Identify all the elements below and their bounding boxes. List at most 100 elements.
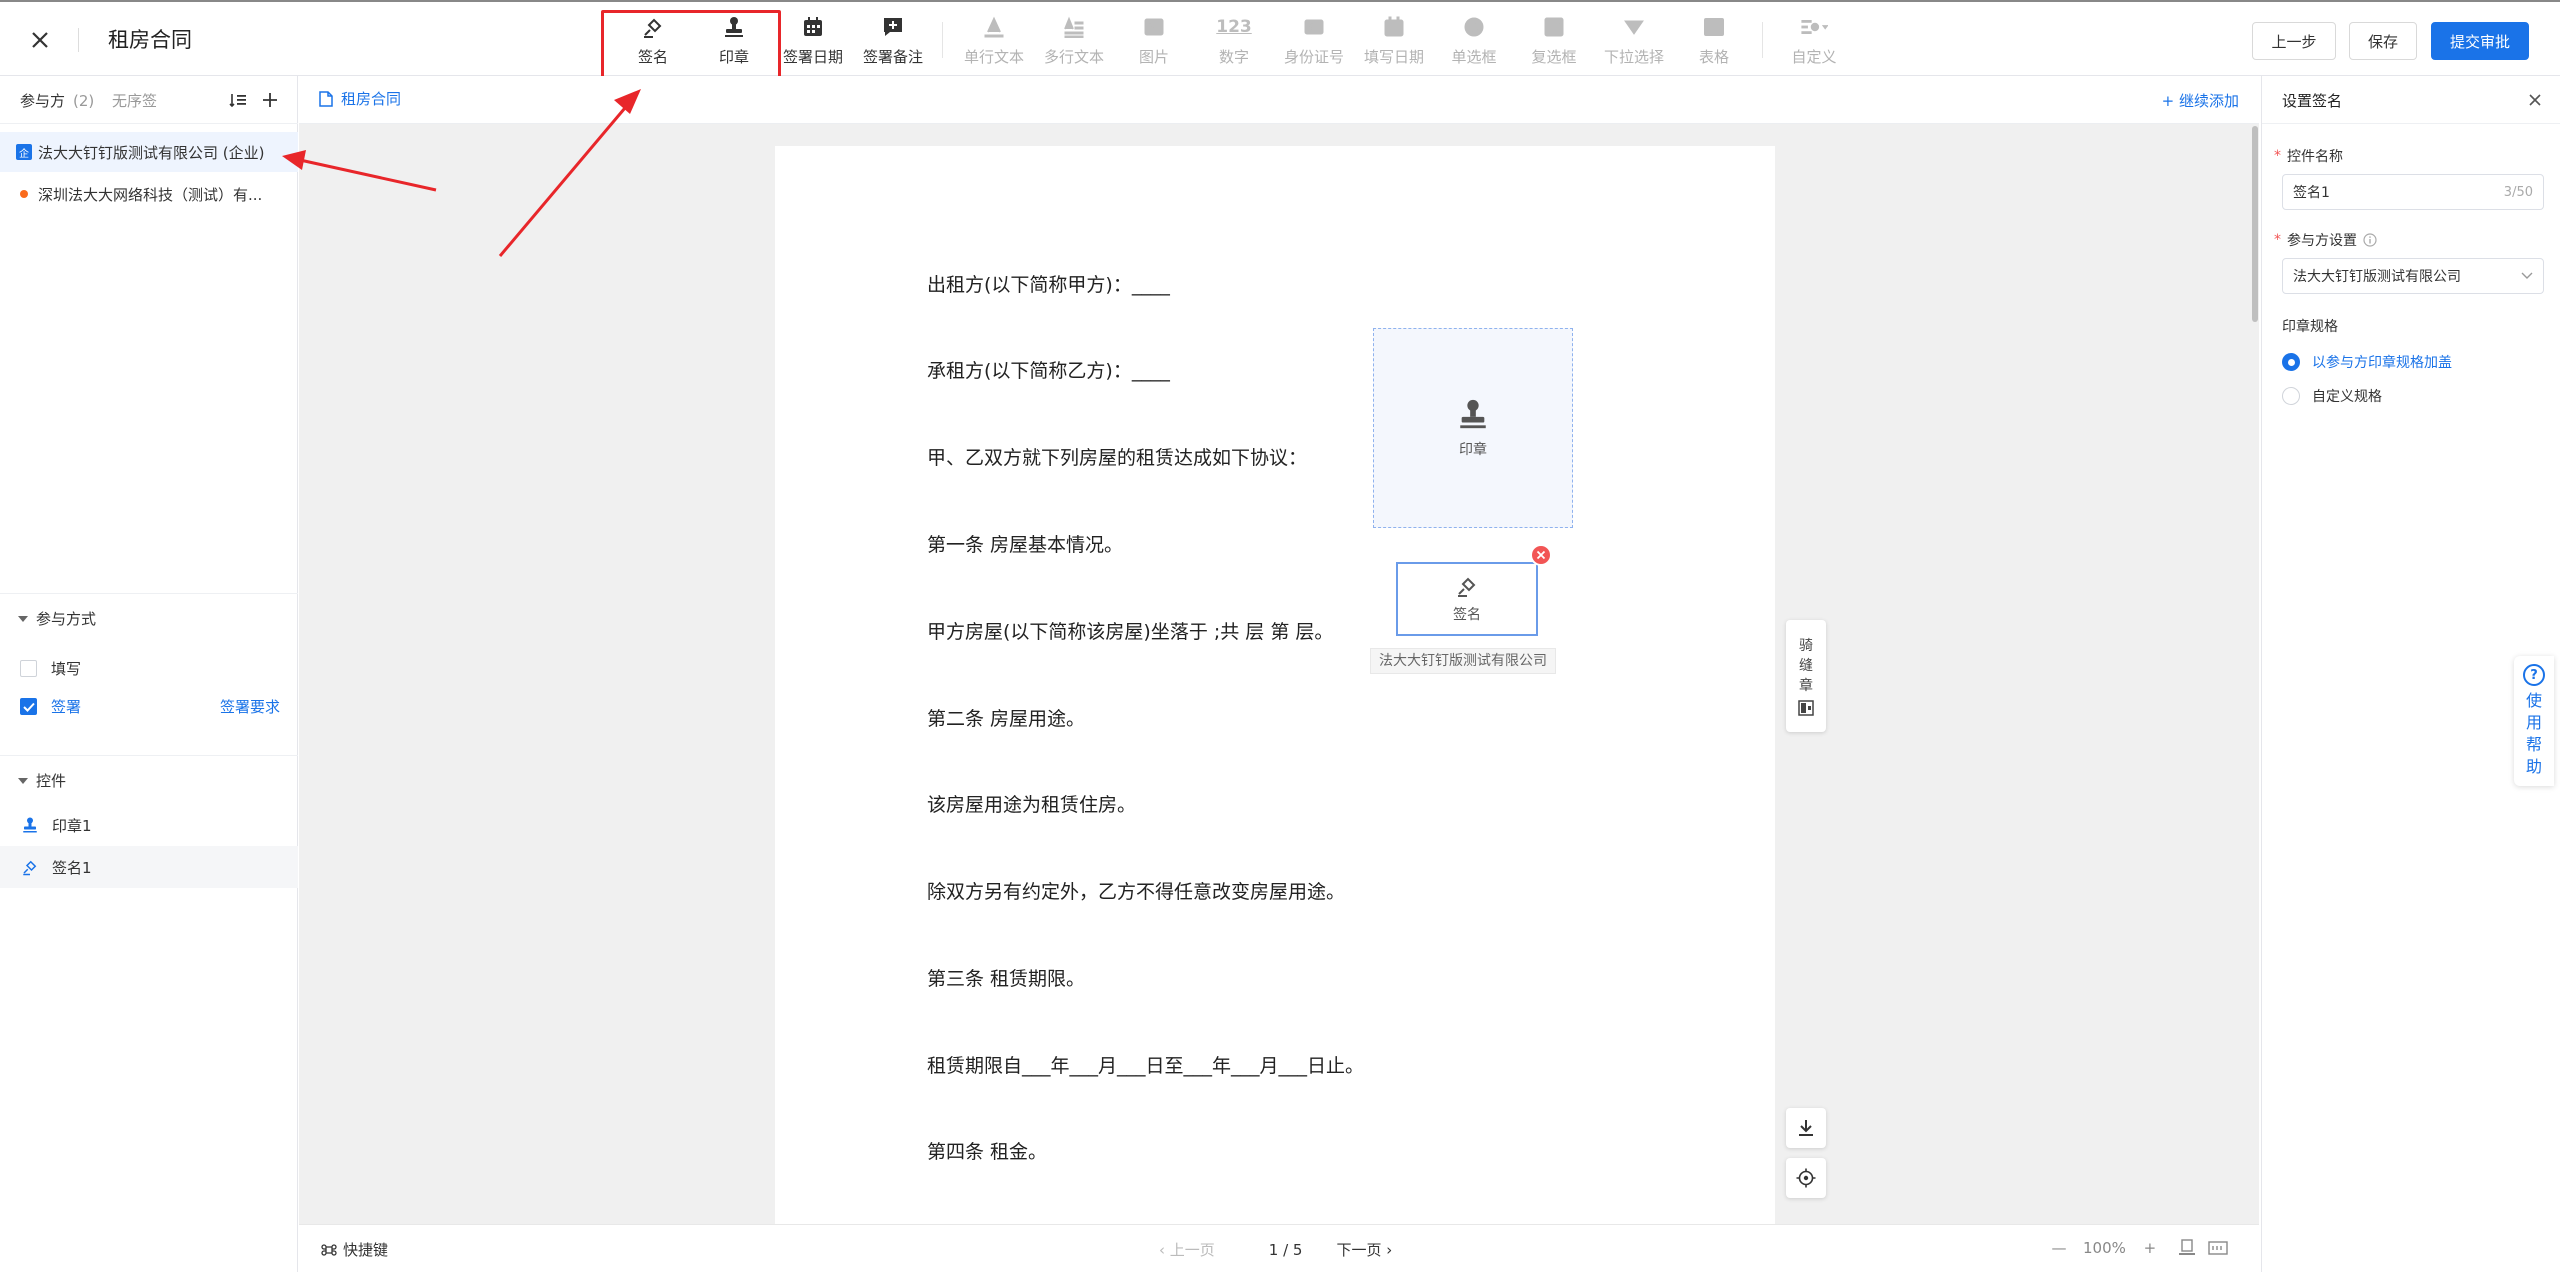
close-button[interactable] [22,22,58,58]
submit-approval-button[interactable]: 提交审批 [2431,22,2529,60]
document-tab[interactable]: 租房合同 [319,88,401,109]
party-setting-label: * 参与方设置 [2274,230,2377,250]
shortcut-button[interactable]: 快捷键 [321,1239,388,1260]
next-page-button[interactable]: 下一页 › [1336,1239,1392,1260]
controls-toggle[interactable]: 控件 [18,770,66,791]
dropdown-icon [1620,14,1648,40]
tool-custom[interactable]: 自定义 [1774,14,1854,70]
signing-requirement-link[interactable]: 签署要求 [220,696,280,717]
fit-width-icon[interactable] [2208,1239,2228,1257]
control-name-label: * 控件名称 [2274,146,2343,166]
control-item-seal1[interactable]: 印章1 [0,804,298,846]
seal-placeholder[interactable]: 印章 [1373,328,1573,528]
sort-button[interactable] [226,88,250,112]
zoom-out-button[interactable]: — [2049,1239,2069,1257]
tool-dropdown[interactable]: 下拉选择 [1594,14,1674,70]
riding-seal-button[interactable]: 骑 缝 章 [1786,620,1826,732]
control-name-input[interactable]: 签名1 3/50 [2282,174,2544,210]
radio-selected[interactable] [2282,353,2300,371]
fit-page-icon[interactable] [2178,1239,2196,1257]
help-char: 帮 [2525,735,2542,754]
tool-label: 身份证号 [1283,48,1344,66]
download-button[interactable] [1786,1108,1826,1148]
caret-down-icon [18,777,28,784]
control-label: 印章1 [52,816,92,835]
tool-label: 图片 [1138,48,1169,66]
tool-label: 单选框 [1451,48,1497,66]
spec-option-party[interactable]: 以参与方印章规格加盖 [2282,352,2452,372]
mode-option-fill[interactable]: 填写 [20,658,81,679]
locate-button[interactable] [1786,1158,1826,1198]
continue-add-button[interactable]: + 继续添加 [2162,90,2239,111]
tool-signature[interactable]: 签名 [613,14,693,70]
participants-count: (2) [73,92,95,110]
tool-sign-note[interactable]: 签署备注 [853,14,933,70]
prev-page-button[interactable]: ‹ 上一页 [1159,1239,1215,1260]
text-a-icon [980,14,1008,40]
close-icon [1536,550,1546,560]
add-participant-button[interactable] [258,88,282,112]
tool-single-line-text[interactable]: 单行文本 [954,14,1034,70]
zoom-in-button[interactable]: + [2140,1239,2160,1257]
participant-item-enterprise[interactable]: 企 法大大钉钉版测试有限公司 (企业) [0,132,298,172]
signature-placeholder[interactable]: 签名 [1396,562,1538,636]
option-label: 以参与方印章规格加盖 [2312,355,2452,371]
prev-step-button[interactable]: 上一步 [2252,22,2336,60]
tool-label: 单行文本 [963,48,1024,66]
spec-option-custom[interactable]: 自定义规格 [2282,386,2382,406]
next-page-label: 下一页 [1336,1241,1382,1259]
shortcut-label: 快捷键 [343,1241,389,1259]
image-icon [1140,14,1168,40]
close-panel-button[interactable] [2523,88,2547,112]
number-123-icon: 123 [1216,17,1252,37]
tool-stamp[interactable]: 印章 [694,14,774,70]
id-card-icon [1300,14,1328,40]
help-char: 助 [2525,757,2542,776]
stamp-icon [20,815,40,835]
signing-order-label[interactable]: 无序签 [112,90,157,111]
toolbar-divider [942,22,943,58]
signature-placeholder-label: 签名 [1453,607,1481,623]
tool-label: 印章 [718,48,749,66]
prev-page-label: 上一页 [1169,1241,1215,1259]
tool-label: 多行文本 [1043,48,1104,66]
checkbox[interactable] [20,660,37,677]
note-add-icon [879,14,907,40]
document-paragraph: 第二条 房屋用途。 [927,708,1086,730]
radio[interactable] [2282,387,2300,405]
participants-title: 参与方 (2) [20,90,94,111]
tool-multi-line-text[interactable]: 多行文本 [1034,14,1114,70]
enterprise-badge-icon: 企 [16,144,32,160]
participant-name: 深圳法大大网络科技（测试）有... [38,185,263,204]
participation-mode-toggle[interactable]: 参与方式 [18,608,96,629]
info-icon[interactable] [2363,233,2377,247]
tool-table[interactable]: 表格 [1674,14,1754,70]
custom-icon [1800,14,1828,40]
zoom-control: — 100% + [2049,1239,2228,1257]
tool-number[interactable]: 123 数字 [1194,14,1274,70]
mode-option-sign[interactable]: 签署 [20,696,81,717]
tool-label: 签名 [637,48,668,66]
question-icon: ? [2523,664,2545,686]
tool-id-number[interactable]: 身份证号 [1274,14,1354,70]
required-mark: * [2274,232,2281,248]
header-divider [78,28,79,52]
required-mark: * [2274,148,2281,164]
stamp-icon [1460,399,1486,429]
vertical-scrollbar-thumb[interactable] [2252,126,2258,322]
locate-icon [1796,1168,1816,1188]
checkbox-checked[interactable] [20,698,37,715]
tool-fill-date[interactable]: 填写日期 [1354,14,1434,70]
tool-sign-date[interactable]: 签署日期 [773,14,853,70]
tool-image[interactable]: 图片 [1114,14,1194,70]
tool-radio[interactable]: 单选框 [1434,14,1514,70]
help-button[interactable]: ? 使 用 帮 助 [2514,656,2554,786]
control-name-value: 签名1 [2293,185,2330,201]
top-header: 租房合同 签名 印章 签署日期 签署备注 单行文本 多行文本 图片 123 数字… [0,0,2560,82]
save-button[interactable]: 保存 [2349,22,2417,60]
control-item-signature1[interactable]: 签名1 [0,846,298,888]
party-select[interactable]: 法大大钉钉版测试有限公司 [2282,258,2544,294]
delete-signature-button[interactable] [1530,544,1552,566]
tool-checkbox[interactable]: 复选框 [1514,14,1594,70]
participant-item-second[interactable]: 深圳法大大网络科技（测试）有... [0,174,298,214]
